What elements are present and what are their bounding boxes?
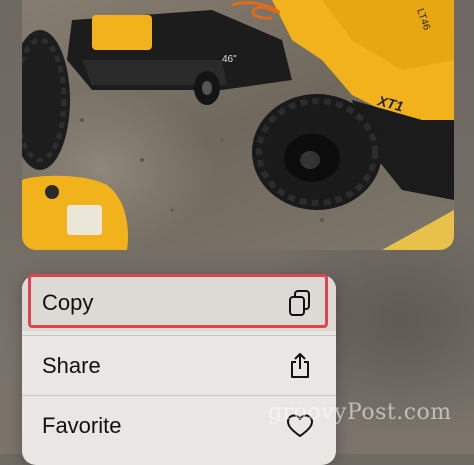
context-menu: Copy Share Favorite [22,275,336,465]
menu-item-label: Share [42,352,101,378]
menu-item-label: Favorite [42,412,122,438]
lawn-mower-image: 46" LT46 XT1 [22,0,454,250]
menu-item-label: Copy [42,290,94,315]
watermark: groovyPost.com [268,400,452,425]
menu-item-share[interactable]: Share [22,335,336,395]
copy-icon [286,289,314,317]
photo-preview[interactable]: 46" LT46 XT1 [22,0,454,250]
menu-item-copy[interactable]: Copy [22,275,336,331]
share-icon [286,352,314,380]
svg-text:46": 46" [222,54,237,65]
